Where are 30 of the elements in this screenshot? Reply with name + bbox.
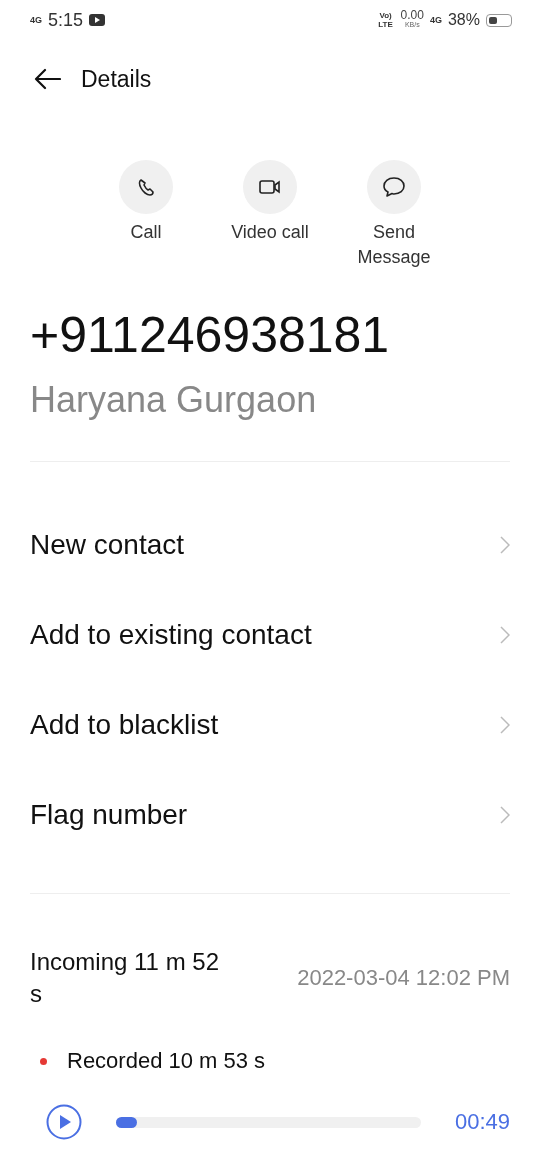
chevron-icon	[500, 626, 510, 644]
chevron-icon	[500, 806, 510, 824]
playback-time: 00:49	[454, 1109, 510, 1135]
back-icon[interactable]	[33, 68, 61, 90]
progress-fill[interactable]	[116, 1116, 138, 1128]
menu-item[interactable]: Add to blacklist	[0, 680, 540, 770]
caller-location: Haryana Gurgaon	[29, 378, 318, 422]
action-label[interactable]: Video call	[231, 220, 309, 245]
data-speed: 0.00	[400, 10, 424, 20]
action-label[interactable]: Send Message	[339, 220, 449, 270]
action-label[interactable]: Call	[130, 220, 162, 245]
network-type: 4G	[429, 15, 442, 25]
menu-item[interactable]: Add to existing contact	[0, 590, 540, 680]
page-title: Details	[81, 65, 152, 93]
network-type: 4G	[30, 15, 42, 25]
chevron-icon	[500, 716, 510, 734]
chat-bubble-icon	[381, 174, 407, 200]
recording-label: Recorded 10 m 53 s	[67, 1048, 266, 1074]
chevron-icon	[500, 536, 510, 554]
menu-item[interactable]: New contact	[0, 500, 540, 590]
phone-number: +911246938181	[29, 306, 391, 364]
battery-icon	[486, 13, 512, 27]
clock: 5:15	[48, 9, 84, 31]
play-button[interactable]	[46, 1104, 82, 1140]
battery-percent: 38%	[447, 11, 480, 29]
video-app-icon	[89, 14, 106, 26]
call-timestamp: 2022-03-04 12:02 PM	[297, 965, 510, 991]
call-type-duration: Incoming 11 m 52 s	[30, 947, 220, 1009]
volte-label: Vo) LTE	[377, 11, 394, 29]
menu-item[interactable]: Flag number	[0, 770, 540, 860]
